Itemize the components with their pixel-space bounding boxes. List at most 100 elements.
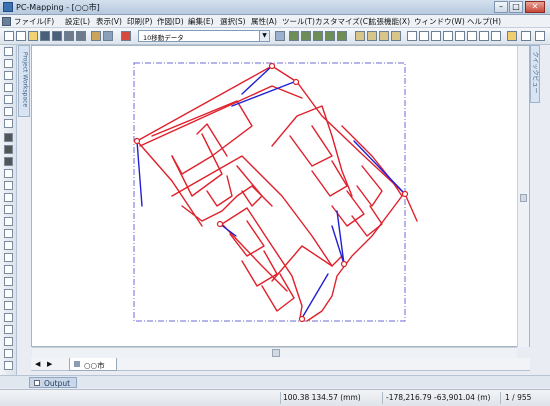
measure-icon[interactable] <box>355 31 365 41</box>
layer-color-icon[interactable] <box>121 31 131 41</box>
menu-select[interactable]: 選択(S) <box>220 16 246 27</box>
control-point-6 <box>340 260 348 268</box>
page-3-icon[interactable] <box>431 31 441 41</box>
project-workspace-label: Project Workspace <box>21 51 29 108</box>
project-workspace-panel[interactable]: Project Workspace <box>18 45 30 117</box>
menu-settings[interactable]: 設定(L) <box>65 16 90 27</box>
tab-next-arrow-icon[interactable]: ▶ <box>47 360 52 368</box>
pointer-icon[interactable] <box>4 31 14 41</box>
line-tool-icon[interactable] <box>4 169 13 178</box>
print-icon[interactable] <box>64 31 74 41</box>
control-point-5 <box>216 220 224 228</box>
zoom-out-icon[interactable] <box>4 83 13 92</box>
menu-print[interactable]: 印刷(P) <box>127 16 152 27</box>
layout-icon[interactable] <box>4 337 13 346</box>
layer-select-value: 10移動データ <box>143 34 184 42</box>
open-folder-icon[interactable] <box>28 31 38 41</box>
layer-list-icon[interactable] <box>103 31 113 41</box>
save-icon[interactable] <box>40 31 50 41</box>
overflow-icon[interactable] <box>535 31 545 41</box>
layer-panel-2-icon[interactable] <box>4 145 13 154</box>
menu-tools[interactable]: ツール(T) <box>282 16 315 27</box>
document-icon[interactable] <box>521 31 531 41</box>
menu-draw[interactable]: 作図(D) <box>157 16 184 27</box>
menu-help[interactable]: ヘルプ(H) <box>467 16 501 27</box>
page-4-icon[interactable] <box>443 31 453 41</box>
menu-edit[interactable]: 編集(E) <box>188 16 214 27</box>
menu-file[interactable]: ファイル(F) <box>14 16 54 27</box>
magnify-2-icon[interactable] <box>4 217 13 226</box>
layer-panel-icon[interactable] <box>4 133 13 142</box>
pan-icon[interactable] <box>4 95 13 104</box>
menu-window[interactable]: ウィンドウ(W) <box>414 16 465 27</box>
circle-2-tool-icon[interactable] <box>4 241 13 250</box>
maximize-button[interactable]: □ <box>509 1 523 13</box>
save-all-icon[interactable] <box>52 31 62 41</box>
paint-2-icon[interactable] <box>4 265 13 274</box>
tab-prev-arrow-icon[interactable]: ◀ <box>35 360 40 368</box>
status-divider <box>280 392 281 404</box>
road-east-block-4 <box>356 165 383 207</box>
measure-2-icon[interactable] <box>367 31 377 41</box>
vertical-scroll-thumb[interactable] <box>520 194 527 202</box>
horizontal-scrollbar[interactable] <box>32 347 517 358</box>
vehicle-2-icon[interactable] <box>301 31 311 41</box>
vehicle-5-icon[interactable] <box>337 31 347 41</box>
page-8-icon[interactable] <box>491 31 501 41</box>
page-icon[interactable] <box>407 31 417 41</box>
chevron-down-icon[interactable]: ▼ <box>259 31 269 41</box>
menu-bar: ファイル(F) 設定(L) 表示(V) 印刷(P) 作図(D) 編集(E) 選択… <box>0 15 550 28</box>
marker-icon[interactable] <box>4 277 13 286</box>
minimize-button[interactable]: – <box>494 1 508 13</box>
page-2-icon[interactable] <box>419 31 429 41</box>
page-5-icon[interactable] <box>455 31 465 41</box>
layer-tool-icon[interactable] <box>91 31 101 41</box>
page-7-icon[interactable] <box>479 31 489 41</box>
vector-8 <box>301 273 329 319</box>
magnify-icon[interactable] <box>4 205 13 214</box>
close-button[interactable]: ✕ <box>525 1 545 13</box>
paint-icon[interactable] <box>4 253 13 262</box>
vertical-scrollbar[interactable] <box>517 46 529 347</box>
layout-2-icon[interactable] <box>4 349 13 358</box>
menu-attribute[interactable]: 属性(A) <box>251 16 277 27</box>
print-preview-icon[interactable] <box>76 31 86 41</box>
road-east-block-2 <box>311 160 348 197</box>
page-6-icon[interactable] <box>467 31 477 41</box>
rotate-icon[interactable] <box>4 107 13 116</box>
new-file-icon[interactable] <box>16 31 26 41</box>
target-icon[interactable] <box>4 289 13 298</box>
folder-icon[interactable] <box>507 31 517 41</box>
quick-view-panel[interactable]: クイックビュー <box>530 45 540 103</box>
zoom-window-icon[interactable] <box>275 31 285 41</box>
layer-select[interactable]: 10移動データ ▼ <box>138 30 270 42</box>
select-tool-icon[interactable] <box>4 59 13 68</box>
table-icon[interactable] <box>4 313 13 322</box>
vehicle-4-icon[interactable] <box>325 31 335 41</box>
menu-customize[interactable]: カスタマイズ(C) <box>315 16 371 27</box>
arrow-tool-icon[interactable] <box>4 47 13 56</box>
vehicle-icon[interactable] <box>289 31 299 41</box>
menu-extensions[interactable]: 拡張機能(X) <box>369 16 410 27</box>
grid-icon[interactable] <box>4 301 13 310</box>
polyline-tool-icon[interactable] <box>4 181 13 190</box>
menu-view[interactable]: 表示(V) <box>96 16 122 27</box>
search-icon[interactable] <box>4 193 13 202</box>
road-south-mid <box>271 245 343 282</box>
document-tab[interactable]: ○○市 <box>69 358 117 371</box>
vehicle-3-icon[interactable] <box>313 31 323 41</box>
document-menu-icon[interactable] <box>2 17 11 26</box>
vector-3 <box>136 140 143 207</box>
measure-3-icon[interactable] <box>379 31 389 41</box>
map-canvas[interactable] <box>31 45 530 347</box>
control-point-2 <box>292 78 300 86</box>
horizontal-scroll-thumb[interactable] <box>272 349 280 357</box>
measure-4-icon[interactable] <box>391 31 401 41</box>
chart-icon[interactable] <box>4 325 13 334</box>
layer-panel-3-icon[interactable] <box>4 157 13 166</box>
layout-3-icon[interactable] <box>4 361 13 370</box>
circle-tool-icon[interactable] <box>4 229 13 238</box>
node-tool-icon[interactable] <box>4 119 13 128</box>
output-tab[interactable]: Output <box>29 377 77 388</box>
zoom-in-icon[interactable] <box>4 71 13 80</box>
